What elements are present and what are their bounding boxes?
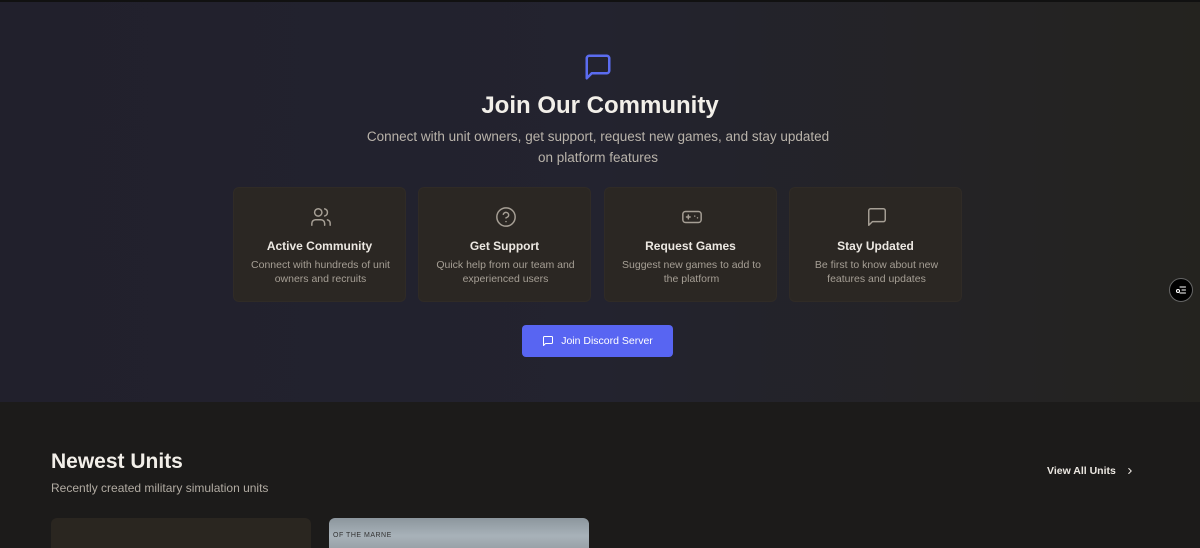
unit-card-image-caption: OF THE MARNE <box>333 532 392 539</box>
message-square-icon <box>543 336 554 346</box>
community-section: Join Our Community Connect with unit own… <box>0 2 1200 402</box>
newest-units-title: Newest Units <box>51 450 183 473</box>
community-title: Join Our Community <box>481 92 719 119</box>
feature-card-title: Active Community <box>266 239 373 253</box>
newest-units-subtitle: Recently created military simulation uni… <box>51 481 269 495</box>
sliders-icon <box>1175 286 1187 294</box>
join-discord-button[interactable]: Join Discord Server <box>522 325 673 357</box>
feature-card-description: Quick help from our team and experienced… <box>436 259 575 285</box>
feature-card-description: Suggest new games to add to the platform <box>622 259 761 285</box>
view-all-units-label: View All Units <box>1047 465 1116 477</box>
feature-card-title: Get Support <box>469 239 540 253</box>
feature-card-get-support: Get Support Quick help from our team and… <box>418 187 591 302</box>
view-all-units-link[interactable]: View All Units <box>1047 465 1135 477</box>
chevron-right-icon <box>1128 467 1132 475</box>
community-subtitle: Connect with unit owners, get support, r… <box>366 129 830 165</box>
unit-card[interactable] <box>51 518 311 548</box>
feature-card-active-community: Active Community Connect with hundreds o… <box>233 187 406 302</box>
settings-toggle-button[interactable] <box>1169 278 1193 302</box>
users-icon <box>311 208 331 226</box>
message-icon <box>868 208 886 226</box>
feature-card-title: Stay Updated <box>837 239 914 253</box>
feature-card-stay-updated: Stay Updated Be first to know about new … <box>789 187 962 302</box>
newest-units-section: Newest Units Recently created military s… <box>0 402 1200 548</box>
feature-card-description: Connect with hundreds of unit owners and… <box>251 259 390 285</box>
gamepad-icon <box>682 210 702 224</box>
unit-card[interactable]: OF THE MARNE <box>329 518 589 548</box>
help-circle-icon <box>496 207 516 227</box>
feature-card-title: Request Games <box>645 239 736 253</box>
feature-card-request-games: Request Games Suggest new games to add t… <box>604 187 777 302</box>
join-discord-label: Join Discord Server <box>561 335 653 347</box>
message-square-icon <box>585 54 611 80</box>
feature-card-description: Be first to know about new features and … <box>814 259 939 285</box>
